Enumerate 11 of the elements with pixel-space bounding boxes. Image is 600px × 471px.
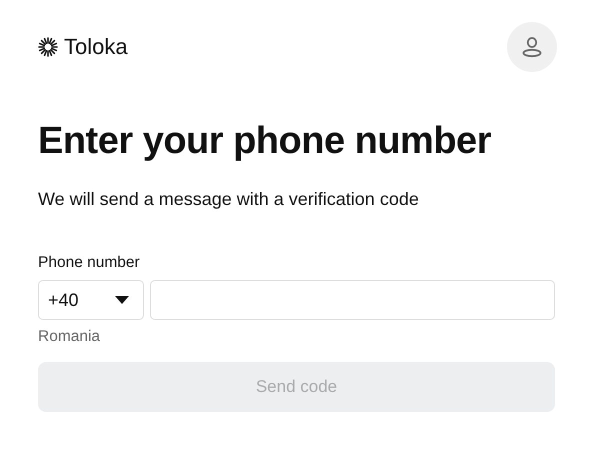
- subtitle: We will send a message with a verification code: [38, 189, 420, 210]
- user-icon: [521, 36, 543, 58]
- phone-input-field[interactable]: [150, 280, 555, 320]
- brand-name: Toloka: [64, 34, 128, 60]
- profile-button[interactable]: [507, 22, 557, 72]
- field-label: Phone number: [38, 254, 141, 272]
- logo-icon: [38, 37, 58, 57]
- country-name: Romania: [38, 328, 102, 346]
- country-code-dropdown[interactable]: +40: [38, 280, 144, 320]
- page-title: Enter your phone number: [38, 120, 492, 163]
- caret-icon: [115, 296, 129, 304]
